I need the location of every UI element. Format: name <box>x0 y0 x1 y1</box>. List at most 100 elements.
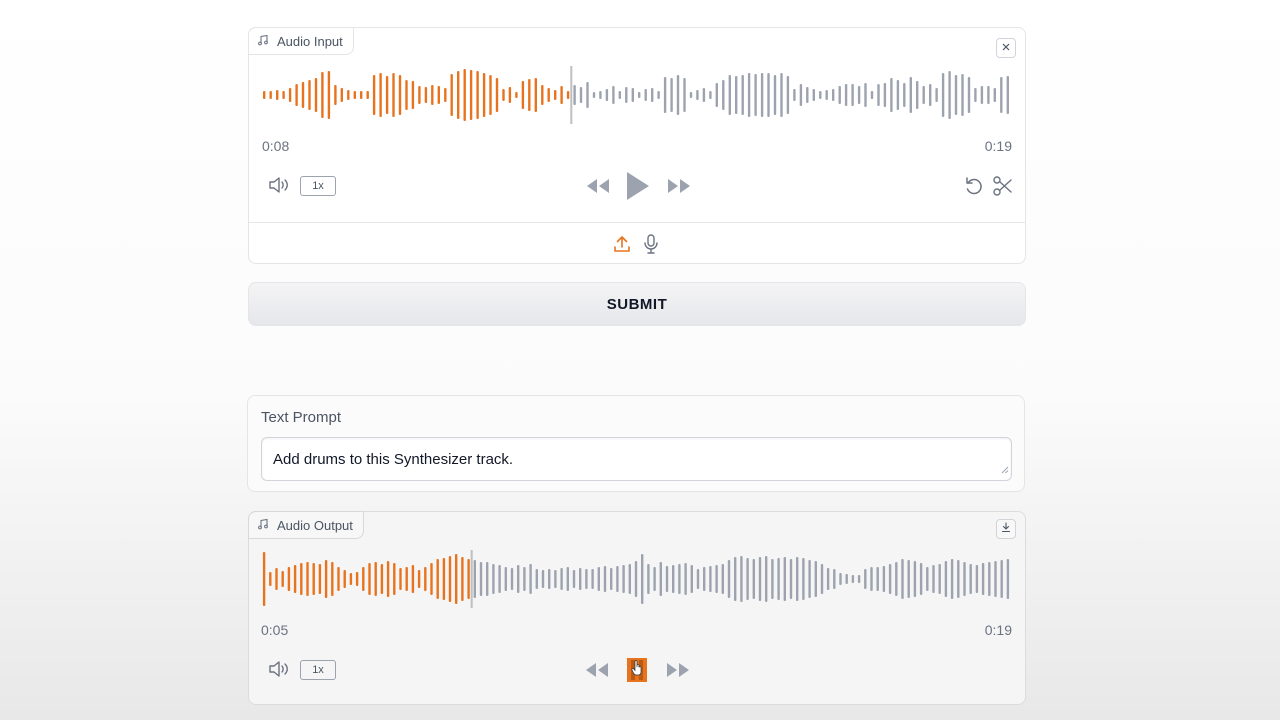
input-waveform-bar <box>586 82 589 108</box>
output-waveform-bar <box>535 569 538 589</box>
speaker-icon <box>269 177 288 193</box>
output-waveform-bar <box>901 559 904 599</box>
output-waveform-bar <box>758 557 762 601</box>
input-waveform-bar <box>599 91 602 99</box>
output-waveform-bar <box>411 565 415 593</box>
output-waveform-bar <box>473 560 476 598</box>
input-waveform-bar <box>696 90 699 100</box>
output-waveform-bar <box>349 573 353 585</box>
playback-speed-button[interactable]: 1x <box>300 176 336 196</box>
text-prompt-value: Add drums to this Synthesizer track. <box>273 451 514 468</box>
audio-input-label: Audio Input <box>277 33 343 49</box>
output-playback-speed-button[interactable]: 1x <box>300 660 336 680</box>
output-rewind-button[interactable] <box>584 661 610 679</box>
output-waveform-bar <box>603 566 607 592</box>
output-waveform-bar <box>634 561 638 597</box>
output-waveform-bar <box>746 558 749 600</box>
output-fast-forward-button[interactable] <box>665 661 691 679</box>
trim-button[interactable] <box>992 175 1014 197</box>
output-waveform-bar <box>857 575 861 583</box>
input-waveform-bar <box>851 84 854 106</box>
output-waveform-bar <box>647 564 650 594</box>
clear-audio-button[interactable] <box>996 38 1016 58</box>
output-waveform-bar <box>734 557 737 601</box>
submit-button[interactable]: SUBMIT <box>248 282 1026 326</box>
input-waveform-bar <box>747 73 751 117</box>
input-waveform-bar <box>301 82 305 108</box>
input-waveform-bar <box>282 91 285 99</box>
upload-button[interactable] <box>613 234 631 254</box>
output-waveform-bar <box>448 556 452 602</box>
input-waveform-bar <box>741 75 744 115</box>
fast-forward-icon <box>667 663 689 677</box>
fast-forward-button[interactable] <box>666 177 692 195</box>
output-waveform-bar <box>262 552 266 606</box>
input-waveform-bar <box>676 75 680 115</box>
play-button[interactable] <box>625 171 651 201</box>
music-note-icon <box>257 34 269 49</box>
input-waveform-bar <box>528 79 531 111</box>
input-waveform-bar <box>541 85 544 105</box>
output-volume-button[interactable] <box>267 659 291 679</box>
reset-button[interactable] <box>963 175 985 197</box>
input-waveform-bar <box>844 84 848 106</box>
input-waveform-bar <box>638 92 641 98</box>
speaker-icon <box>269 661 288 677</box>
input-waveform-bar <box>347 90 350 100</box>
input-waveform-bar <box>877 84 880 106</box>
output-waveform-bar <box>622 565 625 593</box>
output-waveform-bar <box>1000 560 1003 598</box>
output-waveform-bar <box>343 570 346 588</box>
input-waveform-bar <box>722 80 725 110</box>
output-waveform-bar <box>504 567 507 591</box>
input-waveform-bar <box>825 90 828 100</box>
input-waveform-bar <box>327 71 331 119</box>
input-waveform-bar <box>663 77 667 113</box>
rewind-button[interactable] <box>585 177 611 195</box>
output-waveform-bar <box>709 566 712 592</box>
volume-button[interactable] <box>267 175 291 195</box>
microphone-button[interactable] <box>643 233 659 255</box>
input-waveform-bar <box>618 91 621 99</box>
input-waveform[interactable] <box>261 66 1011 124</box>
input-playhead-cursor[interactable] <box>570 66 573 124</box>
input-waveform-bar <box>321 72 324 118</box>
output-waveform-bar <box>888 564 892 594</box>
output-waveform-bar <box>963 562 966 596</box>
resize-handle-icon[interactable] <box>1001 461 1009 478</box>
input-waveform-bar <box>754 74 757 116</box>
output-waveform-bar <box>703 567 706 591</box>
input-duration: 0:19 <box>984 138 1012 154</box>
input-waveform-bar <box>457 71 460 119</box>
output-waveform-bar <box>1006 559 1010 599</box>
pause-icon <box>627 658 647 682</box>
input-waveform-bar <box>735 76 738 114</box>
input-waveform-bar <box>786 76 790 114</box>
output-waveform-bar <box>932 565 935 593</box>
output-waveform-bar <box>355 572 359 586</box>
input-waveform-bar <box>276 90 279 100</box>
output-waveform-bar <box>430 563 433 595</box>
input-waveform-bar <box>806 87 809 103</box>
text-prompt-input[interactable]: Add drums to this Synthesizer track. <box>261 437 1012 481</box>
output-waveform-bar <box>777 558 780 600</box>
input-waveform-bar <box>974 88 977 102</box>
output-waveform-bar <box>944 561 948 597</box>
output-waveform-bar <box>926 567 929 591</box>
output-waveform[interactable] <box>261 550 1011 608</box>
output-playhead-cursor[interactable] <box>470 550 473 608</box>
input-waveform-bar <box>935 88 938 102</box>
pause-button[interactable] <box>626 657 648 683</box>
input-waveform-bar <box>308 80 311 110</box>
output-waveform-bar <box>659 562 662 596</box>
download-button[interactable] <box>996 519 1016 539</box>
output-waveform-bar <box>523 567 526 591</box>
input-waveform-bar <box>883 83 887 107</box>
output-waveform-bar <box>721 564 724 594</box>
output-waveform-bar <box>771 559 774 599</box>
output-waveform-bar <box>814 561 817 597</box>
input-waveform-bar <box>993 88 996 102</box>
output-waveform-bar <box>876 567 879 591</box>
input-waveform-bar <box>954 75 958 115</box>
output-waveform-bar <box>845 574 848 584</box>
